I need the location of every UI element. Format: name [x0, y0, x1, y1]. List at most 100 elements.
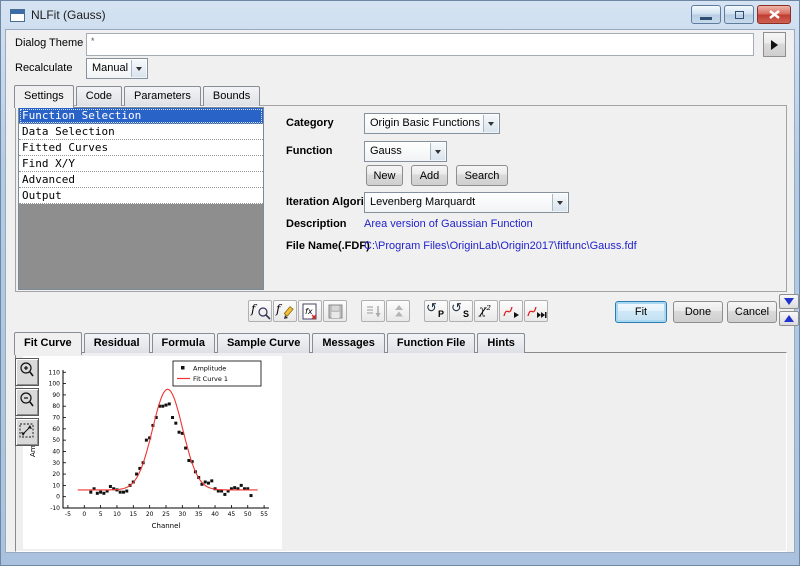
svg-text:50: 50: [52, 437, 60, 444]
close-button[interactable]: [757, 5, 791, 24]
tab-code[interactable]: Code: [76, 86, 122, 106]
list-item-data-selection[interactable]: Data Selection: [19, 124, 263, 140]
svg-text:10: 10: [52, 482, 60, 489]
svg-text:30: 30: [179, 511, 187, 518]
svg-text:100: 100: [49, 381, 61, 388]
revert-parameters-button[interactable]: [386, 300, 410, 322]
reset-parameters-button[interactable]: ↺ P: [424, 300, 448, 322]
cancel-button[interactable]: Cancel: [727, 301, 777, 323]
svg-text:-10: -10: [50, 505, 60, 512]
list-item-find-xy[interactable]: Find X/Y: [19, 156, 263, 172]
add-button[interactable]: Add: [411, 165, 448, 186]
app-icon: [10, 9, 25, 22]
sort-parameters-button[interactable]: [361, 300, 385, 322]
tab-sample-curve[interactable]: Sample Curve: [217, 333, 310, 353]
combo-arrow-icon: [552, 194, 567, 211]
rescale-button[interactable]: [15, 418, 39, 446]
svg-text:90: 90: [52, 392, 60, 399]
function-label: Function: [286, 145, 332, 157]
dialog-theme-label: Dialog Theme: [15, 37, 83, 49]
filename-value: C:\Program Files\OriginLab\Origin2017\fi…: [364, 240, 637, 252]
svg-text:Channel: Channel: [152, 522, 181, 530]
roll-down-button[interactable]: [779, 294, 799, 309]
titlebar[interactable]: NLFit (Gauss): [1, 1, 799, 29]
iteration-algorithm-value: Levenberg Marquardt: [370, 196, 475, 208]
fit-button[interactable]: Fit: [615, 301, 667, 323]
settings-letter: S: [463, 309, 469, 319]
svg-text:35: 35: [195, 511, 203, 518]
svg-text:-5: -5: [65, 511, 71, 518]
svg-text:Amplitude: Amplitude: [193, 365, 226, 373]
done-button[interactable]: Done: [673, 301, 723, 323]
recalculate-combo[interactable]: Manual: [86, 58, 148, 79]
chi-square-icon: χ²: [479, 303, 491, 317]
description-value: Area version of Gaussian Function: [364, 218, 533, 230]
tab-residual[interactable]: Residual: [84, 333, 150, 353]
function-combo[interactable]: Gauss: [364, 141, 447, 162]
one-iteration-icon: [502, 303, 522, 321]
tab-hints[interactable]: Hints: [477, 333, 525, 353]
fit-curve-chart: -50510152025303540455055-100102030405060…: [23, 356, 282, 549]
settings-section-list: Function Selection Data Selection Fitted…: [18, 107, 264, 290]
theme-flyout-button[interactable]: [763, 32, 786, 57]
flyout-arrow-icon: [771, 40, 778, 50]
zoom-out-button[interactable]: [15, 388, 39, 416]
tab-function-file[interactable]: Function File: [387, 333, 475, 353]
tab-messages[interactable]: Messages: [312, 333, 385, 353]
save-function-file-button[interactable]: [323, 300, 347, 322]
svg-text:20: 20: [52, 471, 60, 478]
zoom-out-icon: [18, 391, 36, 411]
fit-until-converged-button[interactable]: [524, 300, 548, 322]
svg-text:Fit Curve 1: Fit Curve 1: [193, 375, 228, 383]
sort-down-icon: [365, 304, 383, 320]
list-item-output[interactable]: Output: [19, 188, 263, 204]
tab-formula[interactable]: Formula: [152, 333, 215, 353]
list-item-advanced[interactable]: Advanced: [19, 172, 263, 188]
category-combo[interactable]: Origin Basic Functions: [364, 113, 500, 134]
function-value: Gauss: [370, 145, 402, 157]
tab-bounds[interactable]: Bounds: [203, 86, 260, 106]
svg-text:30: 30: [52, 460, 60, 467]
combo-arrow-icon: [430, 143, 445, 160]
chi-square-button[interactable]: χ²: [474, 300, 498, 322]
window-title: NLFit (Gauss): [31, 8, 106, 22]
function-organizer-button[interactable]: fx: [298, 300, 322, 322]
floppy-disk-icon: [328, 304, 344, 320]
svg-text:20: 20: [146, 511, 154, 518]
reset-settings-button[interactable]: ↺ S: [449, 300, 473, 322]
fit-until-converged-icon: [526, 303, 548, 321]
list-item-function-selection[interactable]: Function Selection: [19, 108, 263, 124]
iteration-algorithm-combo[interactable]: Levenberg Marquardt: [364, 192, 569, 213]
tab-settings[interactable]: Settings: [14, 85, 74, 108]
pencil-icon: [282, 306, 296, 321]
function-document-icon: fx: [302, 303, 320, 321]
svg-text:15: 15: [129, 511, 137, 518]
tab-fit-curve[interactable]: Fit Curve: [14, 332, 82, 355]
roll-up-button[interactable]: [779, 311, 799, 326]
zoom-in-icon: [18, 361, 36, 381]
undo-arrow-icon: ↺: [451, 300, 462, 316]
zoom-in-button[interactable]: [15, 358, 39, 386]
dialog-theme-input[interactable]: *: [86, 33, 754, 56]
svg-text:0: 0: [82, 511, 86, 518]
search-button[interactable]: Search: [456, 165, 508, 186]
find-function-button[interactable]: f: [248, 300, 272, 322]
undo-arrow-icon: ↺: [426, 300, 437, 316]
description-label: Description: [286, 218, 347, 230]
list-item-fitted-curves[interactable]: Fitted Curves: [19, 140, 263, 156]
function-glyph: f: [251, 302, 255, 316]
nlfit-dialog: NLFit (Gauss) Dialog Theme * Recalculate…: [0, 0, 800, 566]
minimize-button[interactable]: [691, 5, 721, 24]
one-iteration-button[interactable]: [499, 300, 523, 322]
tab-parameters[interactable]: Parameters: [124, 86, 201, 106]
new-button[interactable]: New: [366, 165, 403, 186]
magnifier-icon: [257, 306, 271, 320]
up-triangle-icon: [784, 315, 794, 322]
category-label: Category: [286, 117, 334, 129]
svg-text:25: 25: [162, 511, 170, 518]
svg-text:80: 80: [52, 403, 60, 410]
restore-button[interactable]: [724, 5, 754, 24]
edit-function-code-button[interactable]: f: [273, 300, 297, 322]
svg-text:70: 70: [52, 415, 60, 422]
svg-text:40: 40: [52, 448, 60, 455]
